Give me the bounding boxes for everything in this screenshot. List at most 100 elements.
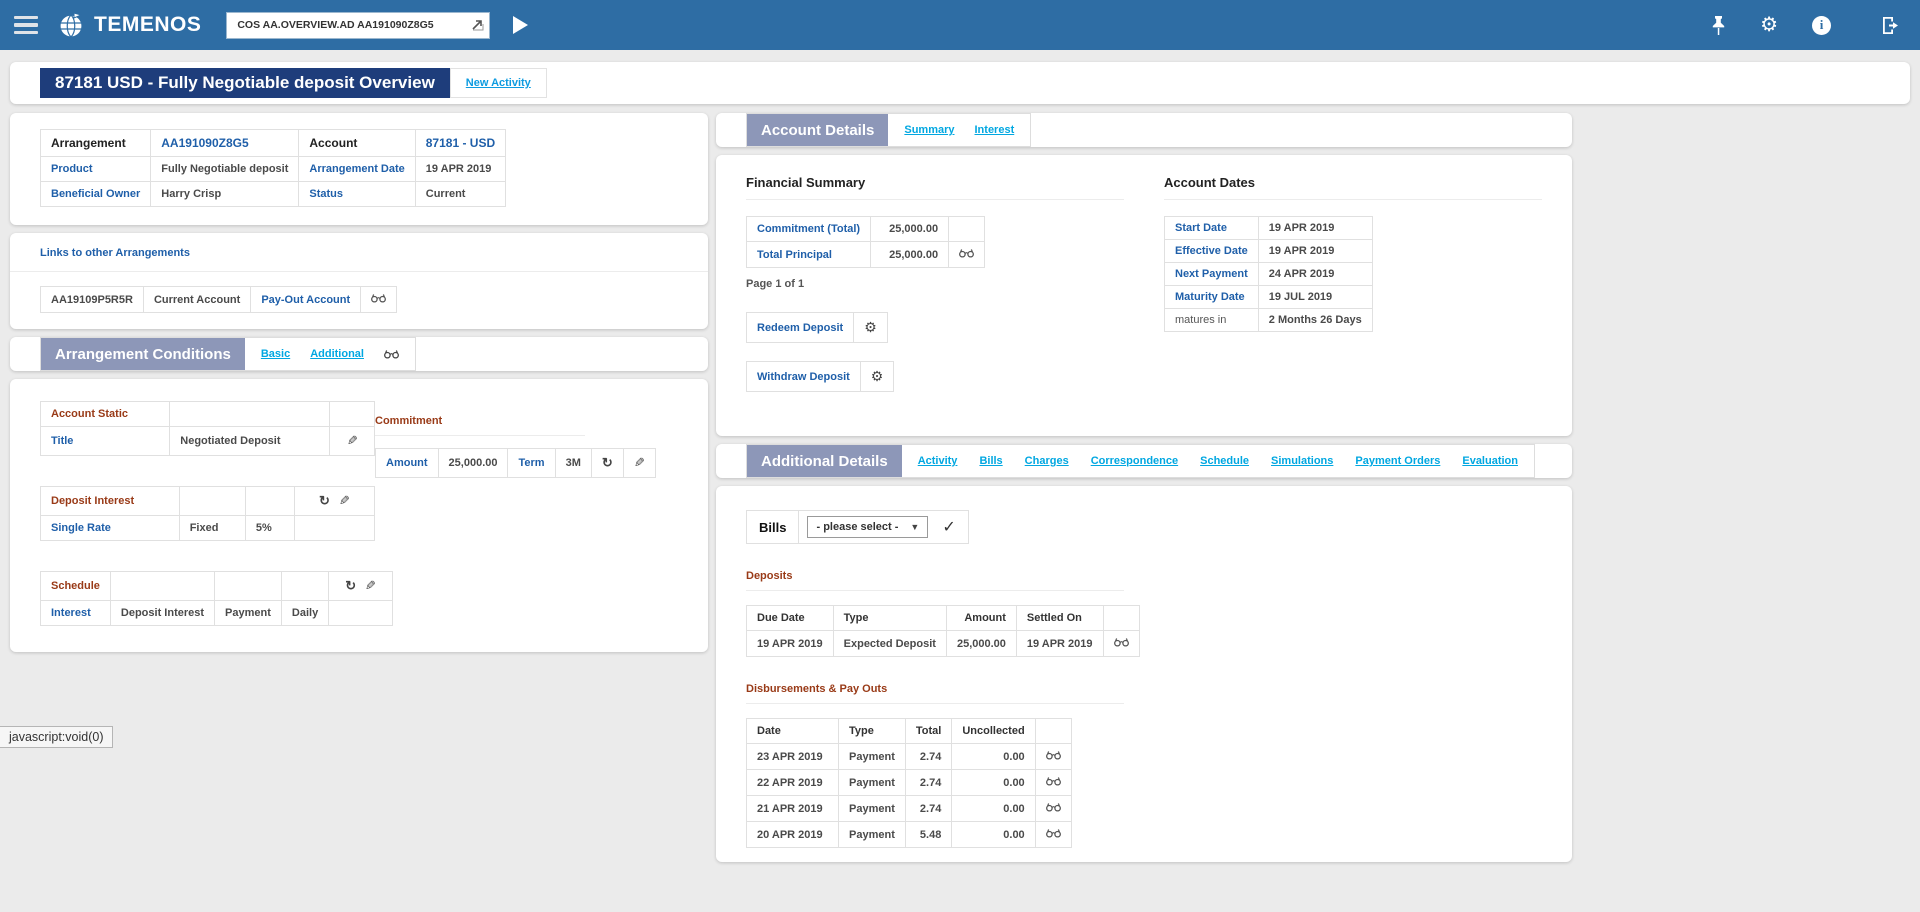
binoculars-icon[interactable] [1046,829,1061,841]
arrangement-date-value: 19 APR 2019 [415,157,505,182]
tab-payment-orders[interactable]: Payment Orders [1355,455,1440,467]
table-row: Product Fully Negotiable deposit Arrange… [41,157,506,182]
tab-activity[interactable]: Activity [918,455,958,467]
menu-icon[interactable] [14,16,38,35]
disb-type: Payment [839,744,906,770]
history-refresh-icon[interactable]: ↻ [602,455,613,470]
page-title-card: 87181 USD - Fully Negotiable deposit Ove… [10,62,1910,104]
run-command-icon[interactable] [513,16,528,34]
table-row: Effective Date 19 APR 2019 [1165,240,1373,263]
start-date-label: Start Date [1165,217,1259,240]
disb-total: 5.48 [905,822,951,848]
disb-type: Payment [839,770,906,796]
new-activity-link[interactable]: New Activity [466,77,531,89]
view-cell[interactable] [361,287,397,313]
total-principal-label: Total Principal [747,242,871,268]
disb-date: 20 APR 2019 [747,822,839,848]
edit-pencil-icon[interactable]: ✎ [339,493,350,509]
tab-charges[interactable]: Charges [1025,455,1069,467]
table-header-row: Date Type Total Uncollected [747,719,1072,744]
binoculars-icon[interactable] [1046,751,1061,763]
beneficial-owner-label: Beneficial Owner [41,182,151,207]
amount-label: Amount [376,449,439,478]
table-row: Account Static [41,402,375,427]
linked-arrangement-id: AA19109P5R5R [41,287,144,313]
edit-pencil-icon[interactable]: ✎ [365,578,376,594]
logout-icon[interactable] [1881,16,1900,35]
account-dates-table: Start Date 19 APR 2019 Effective Date 19… [1164,216,1373,332]
binoculars-icon[interactable] [1046,777,1061,789]
redeem-deposit-button[interactable]: Redeem Deposit ⚙ [746,312,888,343]
action-gear-icon[interactable]: ⚙ [864,319,877,335]
table-row: Deposit Interest ↻ ✎ [41,487,375,516]
linked-arrangement-type: Current Account [143,287,250,313]
launch-icon[interactable] [471,18,484,31]
financial-summary-table: Commitment (Total) 25,000.00 Total Princ… [746,216,985,268]
deposit-settled-on: 19 APR 2019 [1016,631,1103,657]
history-refresh-icon[interactable]: ↻ [319,493,330,508]
bills-select[interactable]: - please select - ▼ [807,516,928,538]
payout-account-link[interactable]: Pay-Out Account [251,287,361,313]
arrangement-id-link[interactable]: AA191090Z8G5 [151,130,299,157]
deposit-interest-header: Deposit Interest [41,487,180,516]
tab-correspondence[interactable]: Correspondence [1091,455,1178,467]
deposit-type: Expected Deposit [833,631,946,657]
arrangement-info-table: Arrangement AA191090Z8G5 Account 87181 -… [40,129,506,207]
withdraw-deposit-button[interactable]: Withdraw Deposit ⚙ [746,361,894,392]
binoculars-icon[interactable] [371,294,386,306]
tab-additional[interactable]: Additional [310,348,364,360]
binoculars-icon[interactable] [1114,638,1129,650]
schedule-method-value: Payment [215,601,282,626]
page-title: 87181 USD - Fully Negotiable deposit Ove… [40,68,450,98]
command-input[interactable] [227,13,489,38]
chevron-down-icon: ▼ [910,522,919,532]
disb-uncollected: 0.00 [952,770,1035,796]
tab-bills[interactable]: Bills [979,455,1002,467]
withdraw-deposit-label[interactable]: Withdraw Deposit [747,362,861,392]
table-row: 21 APR 2019 Payment 2.74 0.00 [747,796,1072,822]
tab-summary[interactable]: Summary [904,124,954,136]
table-row: Single Rate Fixed 5% [41,516,375,541]
confirm-check-icon[interactable]: ✓ [942,517,955,537]
matures-in-label: matures in [1165,309,1259,332]
tab-interest[interactable]: Interest [975,124,1015,136]
account-summary-card: Financial Summary Commitment (Total) 25,… [716,155,1572,436]
disb-total: 2.74 [905,796,951,822]
table-row: Next Payment 24 APR 2019 [1165,263,1373,286]
product-label: Product [41,157,151,182]
tab-schedule[interactable]: Schedule [1200,455,1249,467]
topbar: TEMENOS ⚙ i [0,0,1920,50]
next-payment-value: 24 APR 2019 [1258,263,1372,286]
table-row: Title Negotiated Deposit ✎ [41,427,375,456]
edit-pencil-icon[interactable]: ✎ [634,455,645,471]
account-id-link[interactable]: 87181 - USD [415,130,505,157]
table-header-row: Due Date Type Amount Settled On [747,606,1140,631]
settings-gear-icon[interactable]: ⚙ [1760,15,1778,35]
brand: TEMENOS [58,12,201,38]
table-row: Amount 25,000.00 Term 3M ↻ ✎ [376,449,656,478]
command-line [227,13,489,38]
binoculars-icon[interactable] [1046,803,1061,815]
disb-date: 22 APR 2019 [747,770,839,796]
tab-basic[interactable]: Basic [261,348,290,360]
history-refresh-icon[interactable]: ↻ [345,578,356,593]
total-principal-value: 25,000.00 [871,242,949,268]
info-icon[interactable]: i [1812,16,1831,35]
col-total: Total [905,719,951,744]
col-type: Type [839,719,906,744]
redeem-deposit-label[interactable]: Redeem Deposit [747,313,854,343]
binoculars-icon[interactable] [959,249,974,261]
edit-pencil-icon[interactable]: ✎ [347,433,358,449]
account-details-header-card: Account Details Summary Interest [716,113,1572,147]
tab-simulations[interactable]: Simulations [1271,455,1333,467]
binoculars-icon[interactable] [384,349,399,359]
tab-evaluation[interactable]: Evaluation [1462,455,1518,467]
schedule-table: Schedule ↻ ✎ Interest Deposit Interest P… [40,571,393,626]
pin-icon[interactable] [1711,15,1726,36]
action-gear-icon[interactable]: ⚙ [871,368,884,384]
bills-select-value: - please select - [816,521,898,533]
deposit-due-date: 19 APR 2019 [747,631,834,657]
arrangement-conditions-header-card: Arrangement Conditions Basic Additional [10,337,708,371]
col-settled-on: Settled On [1016,606,1103,631]
disbursements-section: Disbursements & Pay Outs Date Type Total… [746,683,1542,848]
